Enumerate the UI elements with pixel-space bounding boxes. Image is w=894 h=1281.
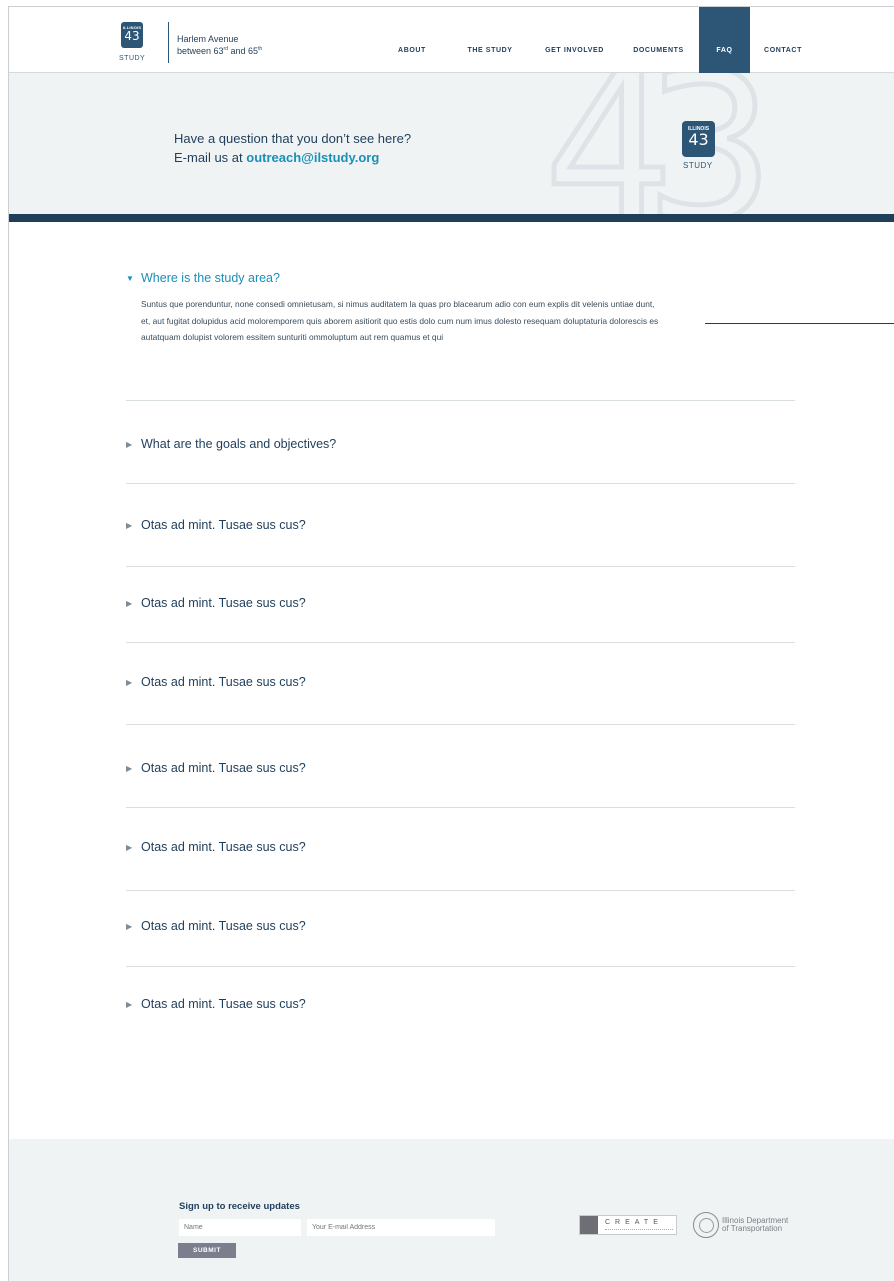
triangle-right-icon: ▶ <box>126 999 133 1009</box>
faq-question[interactable]: ▶ What are the goals and objectives? <box>126 437 795 451</box>
faq-question-text: Otas ad mint. Tusae sus cus? <box>141 518 306 532</box>
faq-question-text: Otas ad mint. Tusae sus cus? <box>141 675 306 689</box>
hero-accent-bar <box>9 214 894 222</box>
nav-documents[interactable]: DOCUMENTS <box>618 7 699 73</box>
faq-divider <box>126 400 795 401</box>
tagline-mid: and 65 <box>228 46 259 56</box>
faq-question[interactable]: ▶ Otas ad mint. Tusae sus cus? <box>126 997 795 1011</box>
faq-item: ▶ Otas ad mint. Tusae sus cus? <box>126 997 795 1011</box>
faq-answer: Suntus que porenduntur, none consedi omn… <box>141 299 659 342</box>
faq-question[interactable]: ▶ Otas ad mint. Tusae sus cus? <box>126 761 795 775</box>
faq-question-text: Where is the study area? <box>141 271 280 285</box>
tagline-line2-pre: between 63 <box>177 46 224 56</box>
faq-item: ▶ Otas ad mint. Tusae sus cus? <box>126 518 795 532</box>
idot-line2: of Transportation <box>722 1224 783 1233</box>
triangle-right-icon: ▶ <box>126 842 133 852</box>
faq-question-text: Otas ad mint. Tusae sus cus? <box>141 761 306 775</box>
create-logo-text: CREATE <box>605 1219 663 1226</box>
nav-faq[interactable]: FAQ <box>699 7 750 73</box>
idot-logo-text[interactable]: Illinois Department of Transportation <box>722 1217 788 1233</box>
hero-logo-study-word: STUDY <box>683 161 713 170</box>
faq-divider <box>126 642 795 643</box>
email-input[interactable] <box>307 1219 495 1236</box>
faq-hero: 43 Have a question that you don’t see he… <box>9 73 894 214</box>
idot-seal-icon <box>693 1212 719 1238</box>
faq-question[interactable]: ▼ Where is the study area? <box>126 271 795 285</box>
site-tagline: Harlem Avenue between 63rd and 65th <box>177 34 262 56</box>
faq-question-text: Otas ad mint. Tusae sus cus? <box>141 840 306 854</box>
faq-question-text: Otas ad mint. Tusae sus cus? <box>141 919 306 933</box>
hero-line2: E-mail us at outreach@ilstudy.org <box>174 148 411 167</box>
faq-item: ▶ What are the goals and objectives? <box>126 437 795 451</box>
triangle-right-icon: ▶ <box>126 598 133 608</box>
logo-number: 43 <box>124 29 140 43</box>
tagline-line2: between 63rd and 65th <box>177 44 262 56</box>
faq-item: ▶ Otas ad mint. Tusae sus cus? <box>126 596 795 610</box>
triangle-right-icon: ▶ <box>126 677 133 687</box>
triangle-right-icon: ▶ <box>126 439 133 449</box>
name-input[interactable] <box>179 1219 301 1236</box>
faq-item: ▶ Otas ad mint. Tusae sus cus? <box>126 840 795 854</box>
logo-divider <box>168 22 169 63</box>
hero-line1: Have a question that you don’t see here? <box>174 131 412 146</box>
faq-item: ▼ Where is the study area? Suntus que por… <box>126 271 795 346</box>
hero-question-text: Have a question that you don’t see here?… <box>174 129 411 167</box>
email-link[interactable]: outreach@ilstudy.org <box>246 150 379 165</box>
nav-get-involved[interactable]: GET INVOLVED <box>531 7 618 73</box>
triangle-right-icon: ▶ <box>126 520 133 530</box>
nav-the-study[interactable]: THE STUDY <box>449 7 531 73</box>
hero-line2-pre: E-mail us at <box>174 150 247 165</box>
site-header: ILLINOIS 43 STUDY Harlem Avenue between … <box>9 7 894 73</box>
logo-study-word: STUDY <box>119 55 146 62</box>
tagline-sup2: th <box>258 46 263 52</box>
site-footer: Sign up to receive updates SUBMIT CREATE… <box>9 1139 894 1281</box>
submit-button[interactable]: SUBMIT <box>178 1243 236 1258</box>
faq-question[interactable]: ▶ Otas ad mint. Tusae sus cus? <box>126 840 795 854</box>
faq-divider <box>126 966 795 967</box>
faq-question-text: Otas ad mint. Tusae sus cus? <box>141 997 306 1011</box>
faq-item: ▶ Otas ad mint. Tusae sus cus? <box>126 675 795 689</box>
nav-about[interactable]: ABOUT <box>375 7 449 73</box>
create-logo-subline <box>605 1229 673 1231</box>
faq-divider <box>126 807 795 808</box>
faq-divider <box>126 483 795 484</box>
faq-question[interactable]: ▶ Otas ad mint. Tusae sus cus? <box>126 596 795 610</box>
site-logo[interactable]: ILLINOIS 43 <box>121 22 143 48</box>
faq-divider <box>126 724 795 725</box>
triangle-down-icon: ▼ <box>126 273 134 283</box>
signup-title: Sign up to receive updates <box>179 1201 300 1212</box>
hero-logo-number: 43 <box>688 130 709 149</box>
main-nav: ABOUT THE STUDY GET INVOLVED DOCUMENTS F… <box>375 7 816 73</box>
faq-question[interactable]: ▶ Otas ad mint. Tusae sus cus? <box>126 518 795 532</box>
hero-logo: ILLINOIS 43 <box>682 121 715 157</box>
faq-item: ▶ Otas ad mint. Tusae sus cus? <box>126 919 795 933</box>
triangle-right-icon: ▶ <box>126 921 133 931</box>
faq-item: ▶ Otas ad mint. Tusae sus cus? <box>126 761 795 775</box>
triangle-right-icon: ▶ <box>126 763 133 773</box>
page-frame: ILLINOIS 43 STUDY Harlem Avenue between … <box>8 6 894 1281</box>
tagline-line1: Harlem Avenue <box>177 34 239 44</box>
create-logo-mark <box>580 1216 598 1234</box>
faq-question[interactable]: ▶ Otas ad mint. Tusae sus cus? <box>126 675 795 689</box>
faq-divider <box>126 566 795 567</box>
faq-question-text: What are the goals and objectives? <box>141 437 337 451</box>
nav-contact[interactable]: CONTACT <box>750 7 816 73</box>
faq-divider <box>126 890 795 891</box>
faq-question[interactable]: ▶ Otas ad mint. Tusae sus cus? <box>126 919 795 933</box>
faq-question-text: Otas ad mint. Tusae sus cus? <box>141 596 306 610</box>
create-logo[interactable]: CREATE <box>579 1215 677 1235</box>
